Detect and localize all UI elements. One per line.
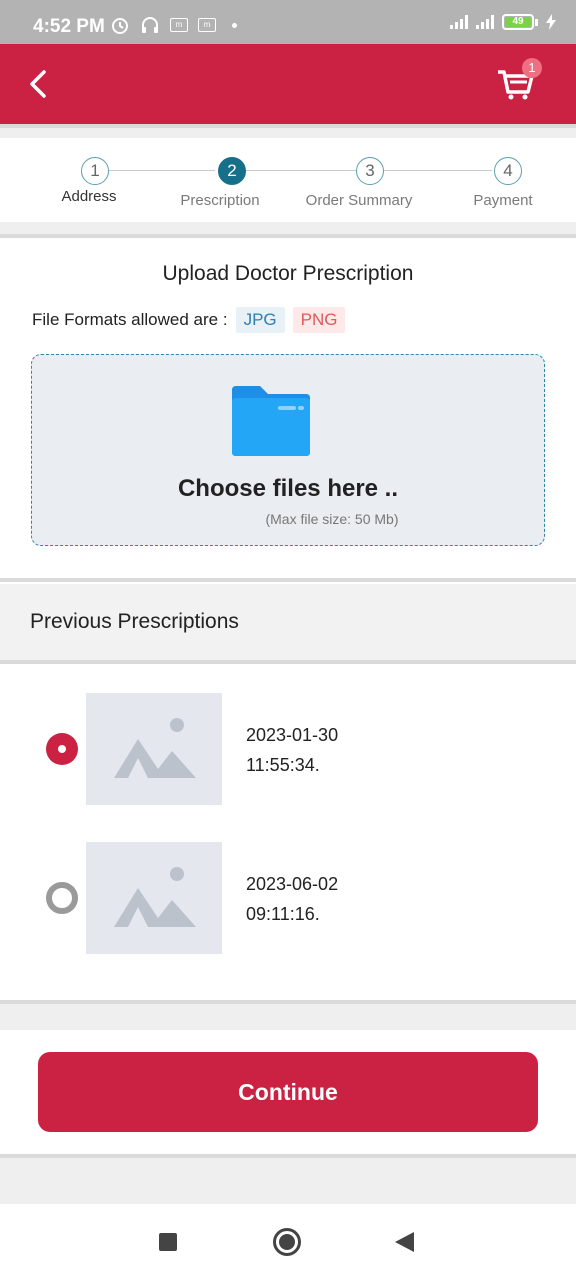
step-order-summary-label: Order Summary bbox=[305, 192, 413, 209]
cart-button[interactable]: 1 bbox=[496, 58, 542, 102]
step-address-label[interactable]: Address bbox=[49, 188, 129, 205]
home-icon[interactable] bbox=[273, 1228, 301, 1256]
previous-prescriptions-title: Previous Prescriptions bbox=[30, 610, 239, 633]
step-order-summary-number: 3 bbox=[356, 157, 384, 185]
chevron-left-icon[interactable] bbox=[22, 64, 62, 104]
step-address-number[interactable]: 1 bbox=[81, 157, 109, 185]
divider bbox=[0, 1154, 576, 1204]
cart-count-badge: 1 bbox=[522, 58, 542, 78]
status-right-icons: 49 bbox=[450, 14, 556, 30]
continue-area: Continue bbox=[0, 1030, 576, 1154]
radio-unselected[interactable] bbox=[46, 882, 78, 914]
image-placeholder-icon bbox=[86, 693, 222, 805]
file-formats-label: File Formats allowed are : bbox=[32, 310, 228, 329]
divider bbox=[0, 1154, 576, 1158]
more-notifications-dot bbox=[232, 22, 237, 28]
step-connector bbox=[246, 170, 356, 171]
folder-icon bbox=[232, 386, 310, 456]
step-payment-number: 4 bbox=[494, 157, 522, 185]
divider bbox=[0, 660, 576, 664]
prescription-date: 2023-01-30 bbox=[246, 725, 339, 745]
headphones-icon bbox=[142, 17, 158, 33]
previous-prescriptions-list: 2023-01-30 11:55:34. 2023-06-02 09:11:16… bbox=[0, 666, 576, 1000]
step-prescription-label[interactable]: Prescription bbox=[170, 192, 270, 209]
alarm-icon bbox=[112, 18, 128, 34]
battery-level: 49 bbox=[505, 17, 531, 27]
divider bbox=[0, 1000, 576, 1030]
format-chip-png: PNG bbox=[292, 307, 346, 333]
prescription-date: 2023-06-02 bbox=[246, 874, 339, 894]
checkout-stepper: 1 2 3 4 Address Prescription Order Summa… bbox=[0, 138, 576, 222]
image-placeholder-icon bbox=[86, 842, 222, 954]
list-item[interactable]: 2023-01-30 11:55:34. bbox=[0, 693, 576, 805]
step-payment-label: Payment bbox=[473, 192, 533, 209]
list-item[interactable]: 2023-06-02 09:11:16. bbox=[0, 842, 576, 954]
back-triangle-icon[interactable] bbox=[395, 1232, 414, 1252]
upload-section: Upload Doctor Prescription File Formats … bbox=[0, 238, 576, 578]
status-bar: 4:52 PM m m 49 bbox=[0, 0, 576, 44]
continue-button[interactable]: Continue bbox=[38, 1052, 538, 1132]
max-file-size: (Max file size: 50 Mb) bbox=[265, 511, 399, 527]
choose-files-label[interactable]: Choose files here .. bbox=[32, 475, 544, 503]
recents-icon[interactable] bbox=[159, 1233, 177, 1251]
divider bbox=[0, 578, 576, 582]
signal-icon bbox=[450, 15, 468, 29]
prescription-time: 09:11:16. bbox=[246, 904, 320, 924]
prescription-time: 11:55:34. bbox=[246, 755, 320, 775]
notification-icon: m bbox=[170, 18, 188, 32]
divider bbox=[0, 1000, 576, 1004]
file-dropzone[interactable]: Choose files here .. (Max file size: 50 … bbox=[31, 354, 545, 546]
status-left-icons: m m bbox=[110, 15, 237, 35]
system-nav-bar bbox=[0, 1204, 576, 1280]
upload-title: Upload Doctor Prescription bbox=[162, 262, 414, 285]
step-connector bbox=[109, 170, 215, 171]
step-prescription-number[interactable]: 2 bbox=[218, 157, 246, 185]
battery-icon: 49 bbox=[502, 14, 538, 30]
signal-icon bbox=[476, 15, 494, 29]
status-time: 4:52 PM bbox=[33, 16, 105, 37]
notification-icon: m bbox=[198, 18, 216, 32]
radio-selected[interactable] bbox=[46, 733, 78, 765]
divider bbox=[0, 124, 576, 128]
file-formats: File Formats allowed are : JPG PNG bbox=[32, 307, 346, 333]
app-header: 1 bbox=[0, 44, 576, 124]
step-connector bbox=[384, 170, 492, 171]
previous-prescriptions-header: Previous Prescriptions bbox=[0, 584, 576, 660]
charging-icon bbox=[546, 14, 556, 30]
format-chip-jpg: JPG bbox=[235, 307, 285, 333]
